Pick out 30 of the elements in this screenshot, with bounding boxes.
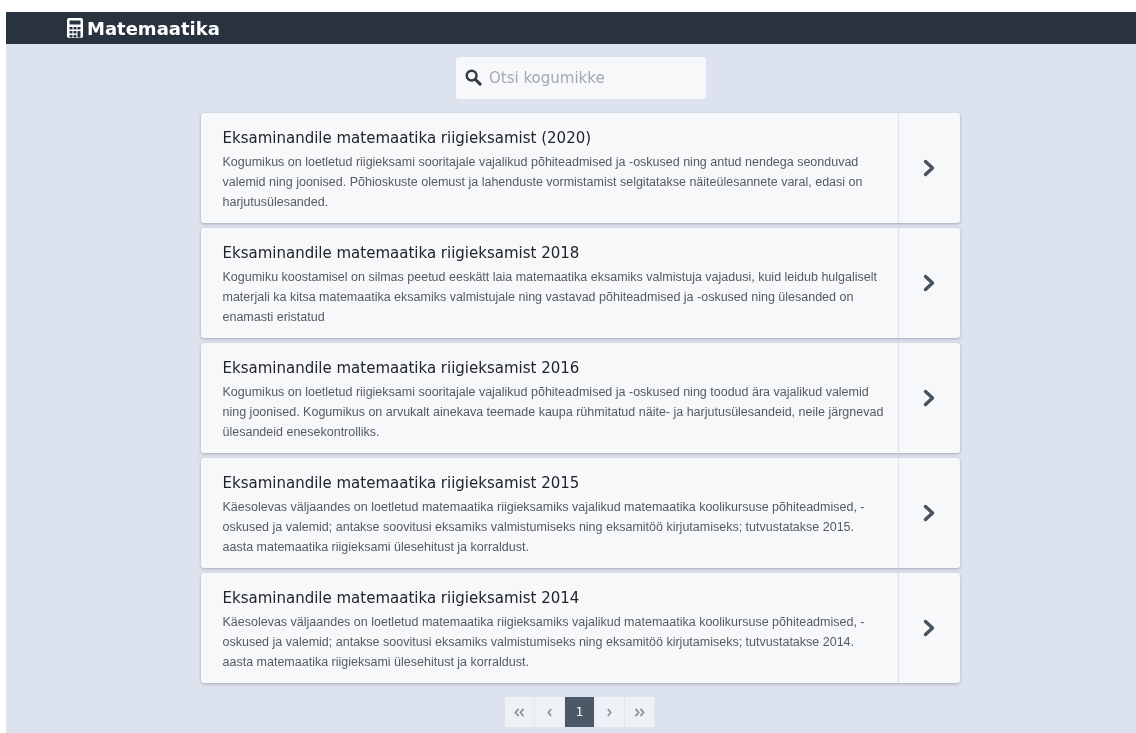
chevron-right-icon [923,389,935,407]
collection-card[interactable] [200,113,960,223]
collection-title: Eksaminandile matemaatika riigieksamist 2016 [222,359,581,377]
collection-description: Käesolevas väljaandes on loetletud matemaatika riigieksamiks vajalikud matemaatika koolikursuse põhiteadmised, -oskused ja valemid; antakse soovitusi eksamiks valmistumiseks ning eksamitöö kirjutamiseks; tutvustatakse 2014. aasta matemaatika riigieksami ülesehitust ja korraldust. [222,614,866,671]
double-chevron-left-icon [514,707,525,717]
collection-description: Kogumikus on loetletud riigieksami sooritajale vajalikud põhiteadmised ja -oskused ning antud nendega seonduvad valemid ning joonised. Põhioskuste olemust ja lahenduste vormistamist selgitatakse näiteülesannete varal, edasi on harjutusülesanded. [222,154,864,211]
last-page-button[interactable] [625,697,655,727]
page-button[interactable]: 1 [565,697,595,727]
collection-description: Kogumikus on loetletud riigieksami sooritajale vajalikud põhiteadmised ja -oskused ning toodud ära vajalikud valemid ning joonised. Kogumikus on arvukalt ainekava teemade kaupa rühmitatud näite- ja harjutusülesandeid, neile järgnevad ülesandeid enesekontrolliks. [222,384,885,441]
chevron-right-icon [923,504,935,522]
calculator-icon [67,18,83,38]
collection-title: Eksaminandile matemaatika riigieksamist 2015 [222,474,581,492]
app-title[interactable]: Matemaatika [87,17,220,39]
collection-card[interactable] [200,573,960,683]
collection-description: Käesolevas väljaandes on loetletud matemaatika riigieksamiks vajalikud matemaatika koolikursuse põhiteadmised, -oskused ja valemid; antakse soovitusi eksamiks valmistumiseks ning eksamitöö kirjutamiseks; tutvustatakse 2015. aasta matemaatika riigieksami ülesehitust ja korraldust. [222,499,866,556]
collection-card[interactable] [200,458,960,568]
search-field[interactable]: Otsi kogumikke [456,57,706,99]
double-chevron-right-icon [634,707,645,717]
collection-title: Eksaminandile matemaatika riigieksamist 2018 [222,244,581,262]
chevron-right-icon [607,707,612,717]
collection-card[interactable] [200,343,960,453]
chevron-right-icon [923,159,935,177]
first-page-button[interactable] [505,697,535,727]
collection-card[interactable] [200,228,960,338]
collection-title: Eksaminandile matemaatika riigieksamist (2020) [222,129,593,147]
collection-description: Kogumiku koostamisel on silmas peetud eeskätt laia matemaatika eksamiks valmistuja vajadusi, kuid leidub hulgaliselt materjali ka kitsa matemaatika eksamiks valmistujale ning vastavad põhiteadmised ja -oskused ning ülesanded on enamasti eristatud [222,269,878,326]
chevron-right-icon [923,274,935,292]
chevron-left-icon [547,707,552,717]
chevron-right-icon [923,619,935,637]
collection-title: Eksaminandile matemaatika riigieksamist 2014 [222,589,581,607]
